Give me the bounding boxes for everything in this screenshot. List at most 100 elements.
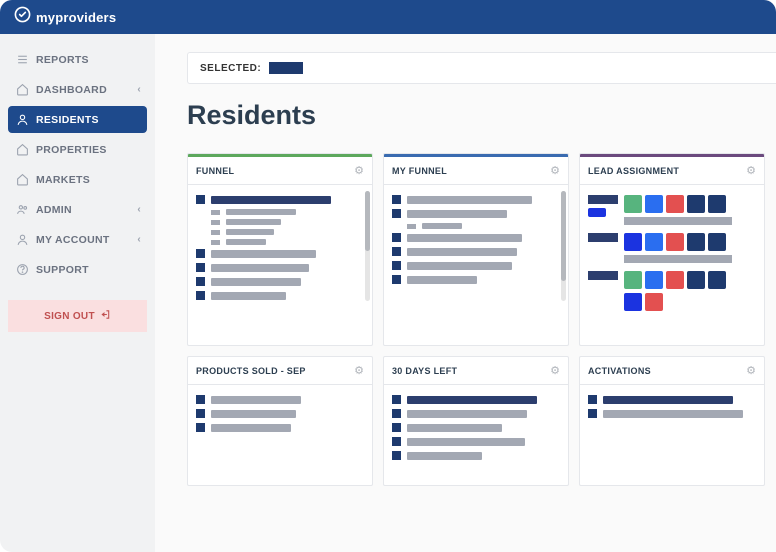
list-item[interactable]: [196, 277, 364, 286]
list-item[interactable]: [196, 291, 364, 300]
card-body: [384, 185, 568, 345]
card-title: MY FUNNEL: [392, 166, 447, 176]
list-sub-item: [407, 223, 560, 229]
list-item[interactable]: [392, 233, 560, 242]
list-item[interactable]: [588, 409, 756, 418]
card-header: LEAD ASSIGNMENT ⚙: [580, 157, 764, 185]
scrollbar[interactable]: [561, 191, 566, 301]
color-swatch[interactable]: [708, 271, 726, 289]
home-icon: [16, 143, 29, 156]
color-swatch[interactable]: [624, 271, 642, 289]
color-swatch[interactable]: [588, 208, 606, 217]
color-swatch[interactable]: [624, 293, 642, 311]
list-item[interactable]: [392, 395, 560, 404]
sidebar-item-markets[interactable]: MARKETS: [8, 166, 147, 193]
selected-bar: SELECTED:: [187, 52, 776, 84]
card-body: [384, 385, 568, 485]
color-swatch[interactable]: [645, 195, 663, 213]
sidebar-item-my-account[interactable]: MY ACCOUNT ‹: [8, 226, 147, 253]
list-item[interactable]: [392, 247, 560, 256]
list-sub-item: [211, 219, 364, 225]
list-item[interactable]: [196, 263, 364, 272]
home-icon: [16, 83, 29, 96]
color-swatch[interactable]: [687, 271, 705, 289]
card-title: FUNNEL: [196, 166, 234, 176]
sidebar-item-dashboard[interactable]: DASHBOARD ‹: [8, 76, 147, 103]
color-swatch[interactable]: [624, 195, 642, 213]
gear-icon[interactable]: ⚙: [550, 164, 560, 177]
color-swatch[interactable]: [645, 293, 663, 311]
sidebar-item-label: PROPERTIES: [36, 144, 107, 156]
chevron-left-icon: ‹: [137, 84, 141, 95]
list-item[interactable]: [196, 249, 364, 258]
row-label: [588, 195, 618, 204]
color-swatch[interactable]: [624, 233, 642, 251]
gear-icon[interactable]: ⚙: [354, 164, 364, 177]
gear-icon[interactable]: ⚙: [746, 164, 756, 177]
color-swatch[interactable]: [687, 195, 705, 213]
sidebar-item-reports[interactable]: REPORTS: [8, 46, 147, 73]
color-swatch[interactable]: [645, 233, 663, 251]
color-swatch[interactable]: [666, 271, 684, 289]
sidebar-item-support[interactable]: SUPPORT: [8, 256, 147, 283]
list-item[interactable]: [392, 451, 560, 460]
card-body: [188, 385, 372, 485]
list-item[interactable]: [196, 423, 364, 432]
sidebar-item-label: ADMIN: [36, 204, 72, 216]
color-swatch[interactable]: [666, 233, 684, 251]
card-body: [580, 385, 764, 485]
gear-icon[interactable]: ⚙: [354, 364, 364, 377]
list-item[interactable]: [588, 395, 756, 404]
color-swatch[interactable]: [645, 271, 663, 289]
list-item[interactable]: [392, 409, 560, 418]
list-item[interactable]: [392, 261, 560, 270]
checkmark-circle-icon: [14, 6, 31, 28]
sidebar-item-admin[interactable]: ADMIN ‹: [8, 196, 147, 223]
row-bar: [624, 255, 732, 263]
card-activations: ACTIVATIONS ⚙: [579, 356, 765, 486]
sidebar: REPORTS DASHBOARD ‹ RESIDENTS PROPERTIES…: [0, 34, 155, 552]
brand-logo: myproviders: [14, 6, 116, 28]
scrollbar[interactable]: [365, 191, 370, 301]
topbar: myproviders: [0, 0, 776, 34]
color-swatch[interactable]: [687, 233, 705, 251]
card-title: PRODUCTS SOLD - SEP: [196, 366, 306, 376]
page-title: Residents: [187, 100, 776, 131]
card-body: [580, 185, 764, 345]
sidebar-item-properties[interactable]: PROPERTIES: [8, 136, 147, 163]
list-item[interactable]: [392, 195, 560, 204]
color-swatch[interactable]: [666, 195, 684, 213]
card-header: MY FUNNEL ⚙: [384, 157, 568, 185]
sign-out-label: SIGN OUT: [44, 311, 95, 322]
row-label: [588, 271, 618, 280]
list-item[interactable]: [196, 409, 364, 418]
users-icon: [16, 203, 29, 216]
sidebar-item-label: SUPPORT: [36, 264, 89, 276]
row-bar: [624, 217, 732, 225]
color-swatch[interactable]: [708, 233, 726, 251]
sidebar-item-label: MARKETS: [36, 174, 90, 186]
list-item[interactable]: [392, 437, 560, 446]
list-item[interactable]: [392, 209, 560, 218]
row-label: [588, 233, 618, 242]
list-item[interactable]: [196, 395, 364, 404]
card-my-funnel: MY FUNNEL ⚙: [383, 153, 569, 346]
sign-out-button[interactable]: SIGN OUT: [8, 300, 147, 332]
gear-icon[interactable]: ⚙: [746, 364, 756, 377]
list-sub-item: [211, 229, 364, 235]
card-30-days-left: 30 DAYS LEFT ⚙: [383, 356, 569, 486]
sidebar-item-residents[interactable]: RESIDENTS: [8, 106, 147, 133]
exit-icon: [100, 309, 111, 323]
list-item[interactable]: [392, 423, 560, 432]
sidebar-item-label: DASHBOARD: [36, 84, 107, 96]
list-item[interactable]: [196, 195, 364, 204]
selected-value-placeholder: [269, 62, 303, 74]
color-swatch[interactable]: [708, 195, 726, 213]
gear-icon[interactable]: ⚙: [550, 364, 560, 377]
card-header: FUNNEL ⚙: [188, 157, 372, 185]
content-area: SELECTED: Residents FUNNEL ⚙: [155, 34, 776, 552]
card-products-sold: PRODUCTS SOLD - SEP ⚙: [187, 356, 373, 486]
chevron-left-icon: ‹: [137, 234, 141, 245]
list-item[interactable]: [392, 275, 560, 284]
cards-grid: FUNNEL ⚙: [187, 153, 776, 486]
